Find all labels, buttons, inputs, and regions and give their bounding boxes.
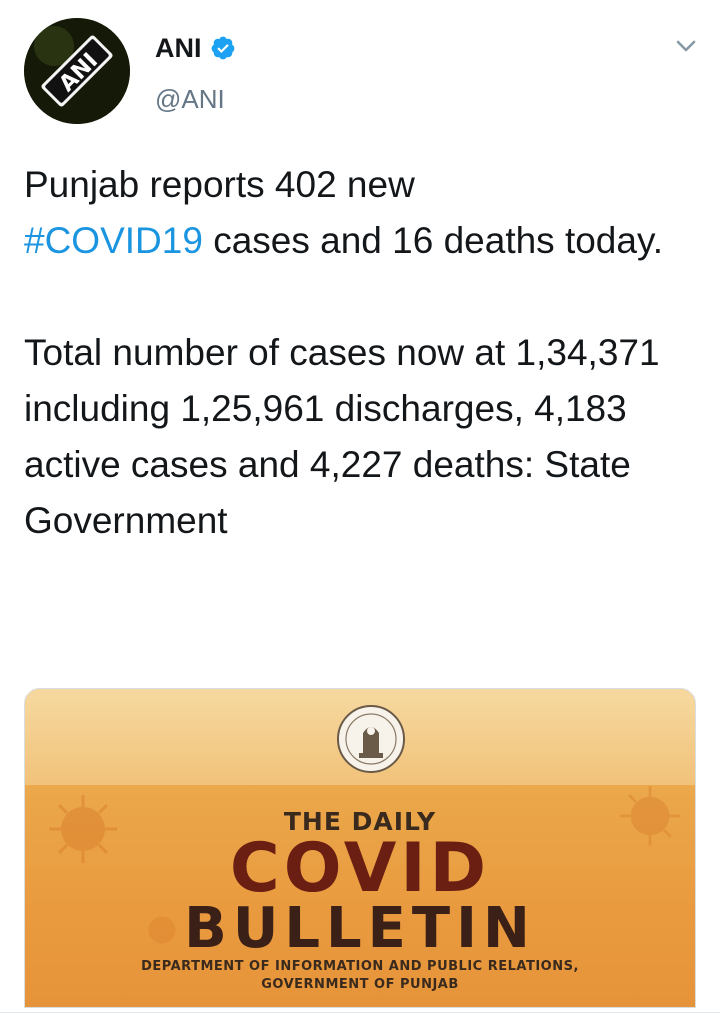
bulletin-title-word: BULLETIN: [184, 896, 536, 961]
chevron-down-icon[interactable]: [672, 32, 700, 60]
bulletin-department: DEPARTMENT OF INFORMATION AND PUBLIC REL…: [141, 959, 579, 974]
tweet-text: Punjab reports 402 new #COVID19 cases an…: [24, 157, 694, 549]
author-handle[interactable]: @ANI: [155, 84, 225, 115]
avatar[interactable]: ANI: [24, 18, 130, 124]
media-image[interactable]: THE DAILY COVID BULLETIN DEPARTMENT OF I…: [24, 688, 696, 1008]
verified-badge-icon: [211, 36, 234, 60]
author-name-row: ANI: [155, 30, 236, 66]
tweet-text-prefix: Punjab reports 402 new: [24, 164, 415, 205]
hashtag-link[interactable]: #COVID19: [24, 220, 203, 261]
tweet-divider: [0, 1012, 720, 1013]
state-emblem-seal-icon: [337, 705, 405, 773]
tweet-card: ANI ANI @ANI Punjab reports 402 new #COV…: [0, 0, 720, 1015]
tweet-paragraph-2: Total number of cases now at 1,34,371 in…: [24, 332, 660, 541]
bulletin-government: GOVERNMENT OF PUNJAB: [261, 977, 459, 992]
tweet-paragraph: Punjab reports 402 new #COVID19 cases an…: [24, 157, 694, 269]
ani-logo-icon: ANI: [24, 18, 130, 124]
author-display-name[interactable]: ANI: [155, 33, 202, 64]
tweet-text-suffix: cases and 16 deaths today.: [202, 220, 664, 261]
